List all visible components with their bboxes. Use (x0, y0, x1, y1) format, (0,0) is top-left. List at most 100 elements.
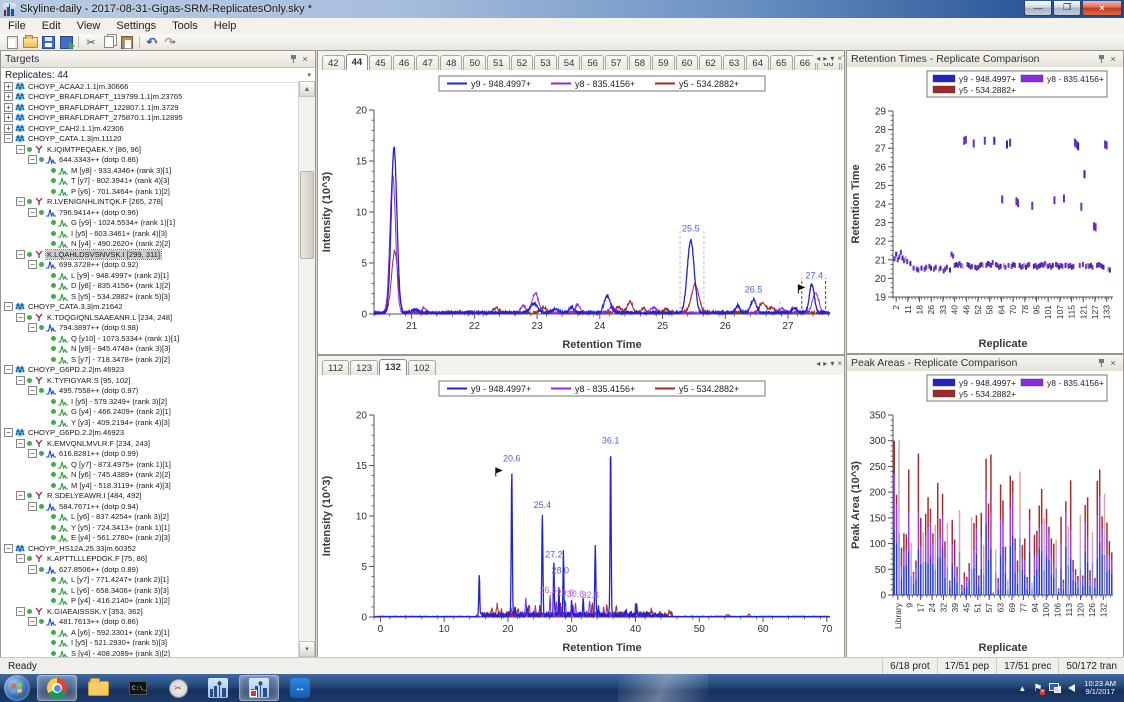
taskbar-tool-button[interactable]: ✂ (159, 676, 197, 700)
collapse-icon[interactable]: − (16, 554, 25, 564)
volume-icon[interactable] (1058, 684, 1076, 692)
tree-row-p[interactable]: + CHOYP_BRAFLDRAFT_275870.1.1|m.12895 (1, 113, 299, 124)
tree-row-p[interactable]: − CHOYP_G6PD.2.2|m.46923 (1, 365, 299, 376)
close-panel-icon[interactable]: × (1107, 54, 1119, 65)
tree-row-tr[interactable]: I [y5] - 521.2930+ (rank 5)[3] (1, 638, 299, 649)
tree-row-pr[interactable]: − 644.3343++ (dotp 0.86) (1, 155, 299, 166)
replicate-tab-50[interactable]: 50 (463, 55, 487, 70)
chromatogram-top[interactable]: 0 5 10 15 20 21 22 23 24 25 26 27 Retention Time Inte… (318, 70, 844, 354)
tree-row-tr[interactable]: A [y6] - 592.3301+ (rank 2)[1] (1, 627, 299, 638)
redo-button[interactable]: ↷ ▾ (161, 35, 179, 50)
tree-row-tr[interactable]: I [y5] - 603.3461+ (rank 4)[3] (1, 228, 299, 239)
tree-row-pr[interactable]: − 794.3897++ (dotp 0.98) (1, 323, 299, 334)
scroll-up-icon[interactable]: ▲ (299, 81, 315, 97)
collapse-icon[interactable]: − (4, 365, 13, 375)
replicate-tab-42[interactable]: 42 (322, 55, 345, 70)
tree-row-tr[interactable]: Q [y10] - 1073.5334+ (rank 1)[1] (1, 333, 299, 344)
expand-icon[interactable]: + (4, 113, 13, 123)
peak-flag-icon[interactable] (495, 467, 503, 474)
tree-row-tr[interactable]: S [y7] - 718.3478+ (rank 2)[2] (1, 354, 299, 365)
collapse-icon[interactable]: − (28, 260, 37, 270)
peak-annotation[interactable]: 32.8 (581, 590, 599, 600)
restore-button[interactable]: ❐ (1053, 0, 1081, 16)
cut-button[interactable]: ✂ (82, 35, 100, 50)
tree-row-tr[interactable]: Y [y3] - 409.2194+ (rank 4)[3] (1, 417, 299, 428)
replicate-tab-57[interactable]: 57 (604, 55, 628, 70)
peak-annotation[interactable]: 26.6 (539, 585, 557, 595)
peak-annotation[interactable]: 26.5 (745, 285, 763, 295)
collapse-icon[interactable]: − (28, 207, 37, 217)
tree-row-tr[interactable]: M [y8] - 933.4346+ (rank 3)[1] (1, 165, 299, 176)
tree-row-p[interactable]: + CHOYP_BRAFLDRAFT_119799.1.1|m.23765 (1, 92, 299, 103)
collapse-icon[interactable]: − (28, 617, 37, 627)
replicate-tab-48[interactable]: 48 (439, 55, 463, 70)
open-file-button[interactable] (21, 34, 39, 50)
close-tab-icon[interactable]: × (837, 359, 842, 368)
start-button[interactable] (4, 675, 30, 701)
collapse-icon[interactable]: − (28, 323, 37, 333)
tree-row-tr[interactable]: N [y4] - 490.2620+ (rank 2)[2] (1, 239, 299, 250)
collapse-icon[interactable]: − (16, 375, 25, 385)
menu-view[interactable]: View (69, 19, 109, 33)
tree-row-p[interactable]: + CHOYP_BRAFLDRAFT_122807.1.1|m.3729 (1, 102, 299, 113)
scroll-right-icon[interactable]: ▸ (823, 54, 827, 63)
tree-row-tr[interactable]: N [y6] - 745.4389+ (rank 2)[2] (1, 470, 299, 481)
peak-areas-chart[interactable]: 0 50 100 150 200 250 300 350 Library 9 17 24 32 39 45 5… (847, 371, 1123, 657)
taskbar-chrome-button[interactable] (37, 675, 77, 701)
tree-row-tr[interactable]: L [y6] - 837.4254+ (rank 3)[2] (1, 512, 299, 523)
chevron-down-icon[interactable]: ▾ (173, 39, 176, 46)
collapse-icon[interactable]: − (28, 155, 37, 165)
taskbar-teamviewer-button[interactable]: ↔ (281, 676, 319, 700)
peak-annotation[interactable]: 20.6 (495, 453, 521, 477)
replicate-tab-60[interactable]: 60 (675, 55, 699, 70)
minimize-button[interactable]: — (1024, 0, 1052, 16)
tree-row-p[interactable]: − CHOYP_HS12A.25.33|m.60352 (1, 543, 299, 554)
replicate-tab-64[interactable]: 64 (746, 55, 769, 70)
save-button[interactable] (39, 35, 57, 50)
close-panel-icon[interactable]: × (1107, 358, 1119, 369)
tree-row-tr[interactable]: Q [y7] - 873.4975+ (rank 1)[1] (1, 459, 299, 470)
tree-row-tr[interactable]: S [y5] - 534.2882+ (rank 5)[3] (1, 291, 299, 302)
tray-expand-icon[interactable]: ▲ (1018, 684, 1026, 693)
chevron-down-icon[interactable]: ▾ (155, 39, 158, 46)
tree-row-tr[interactable]: N [y9] - 945.4748+ (rank 3)[3] (1, 344, 299, 355)
share-document-button[interactable] (57, 35, 75, 50)
taskbar-skyline-button[interactable] (199, 676, 237, 700)
replicate-tab-54[interactable]: 54 (557, 55, 581, 70)
menu-edit[interactable]: Edit (34, 19, 69, 33)
expand-icon[interactable]: + (4, 123, 13, 133)
replicate-tab-62[interactable]: 62 (699, 55, 722, 70)
menu-settings[interactable]: Settings (108, 19, 164, 33)
collapse-icon[interactable]: − (28, 564, 37, 574)
retention-times-chart[interactable]: 19 20 21 22 23 24 25 26 27 28 29 2 11 18 26 33 40 46 52 58 6… (847, 67, 1123, 353)
replicate-tab-63[interactable]: 63 (722, 55, 746, 70)
tree-row-tr[interactable]: P [y6] - 701.3464+ (rank 1)[2] (1, 186, 299, 197)
tree-row-pr[interactable]: − 495.7558++ (dotp 0.97) (1, 386, 299, 397)
tree-row-pe[interactable]: − K.GIAEAISSSK.Y [353, 362] (1, 606, 299, 617)
tree-row-tr[interactable]: L [y7] - 771.4247+ (rank 2)[1] (1, 575, 299, 586)
tree-row-pr[interactable]: − 627.8506++ (dotp 0.89) (1, 564, 299, 575)
replicate-tab-51[interactable]: 51 (487, 55, 510, 70)
tree-row-tr[interactable]: T [y7] - 802.3941+ (rank 4)[3] (1, 176, 299, 187)
scroll-right-icon[interactable]: ▸ (823, 359, 827, 368)
peak-annotation[interactable]: 25.5 (682, 223, 700, 233)
collapse-icon[interactable]: − (28, 386, 37, 396)
tree-row-tr[interactable]: D [y8] - 835.4156+ (rank 1)[2] (1, 281, 299, 292)
collapse-icon[interactable]: − (28, 449, 37, 459)
chromatogram-bottom-svg[interactable]: 0 5 10 15 20 0 10 20 30 40 50 60 70 Retention Time Int… (318, 375, 844, 657)
expand-icon[interactable]: + (4, 81, 13, 91)
chevron-down-icon[interactable]: ▾ (307, 71, 311, 79)
scroll-down-icon[interactable]: ▾ (299, 641, 315, 657)
expand-icon[interactable]: + (4, 102, 13, 112)
tab-menu-icon[interactable]: ▾ (830, 359, 834, 368)
expand-icon[interactable]: + (4, 92, 13, 102)
peak-flag-icon[interactable] (798, 284, 806, 291)
replicate-tab-45[interactable]: 45 (369, 55, 392, 70)
replicate-tab-123[interactable]: 123 (350, 360, 379, 375)
tree-row-tr[interactable]: E [y4] - 561.2780+ (rank 2)[3] (1, 533, 299, 544)
replicate-tab-52[interactable]: 52 (510, 55, 534, 70)
close-tab-icon[interactable]: × (837, 54, 842, 63)
collapse-icon[interactable]: − (4, 134, 13, 144)
tree-row-p[interactable]: − CHOYP_G6PD.2.2|m.46923 (1, 428, 299, 439)
tree-row-pe[interactable]: − K.TDQGIQNLSAAEANR.L [234, 248] (1, 312, 299, 323)
